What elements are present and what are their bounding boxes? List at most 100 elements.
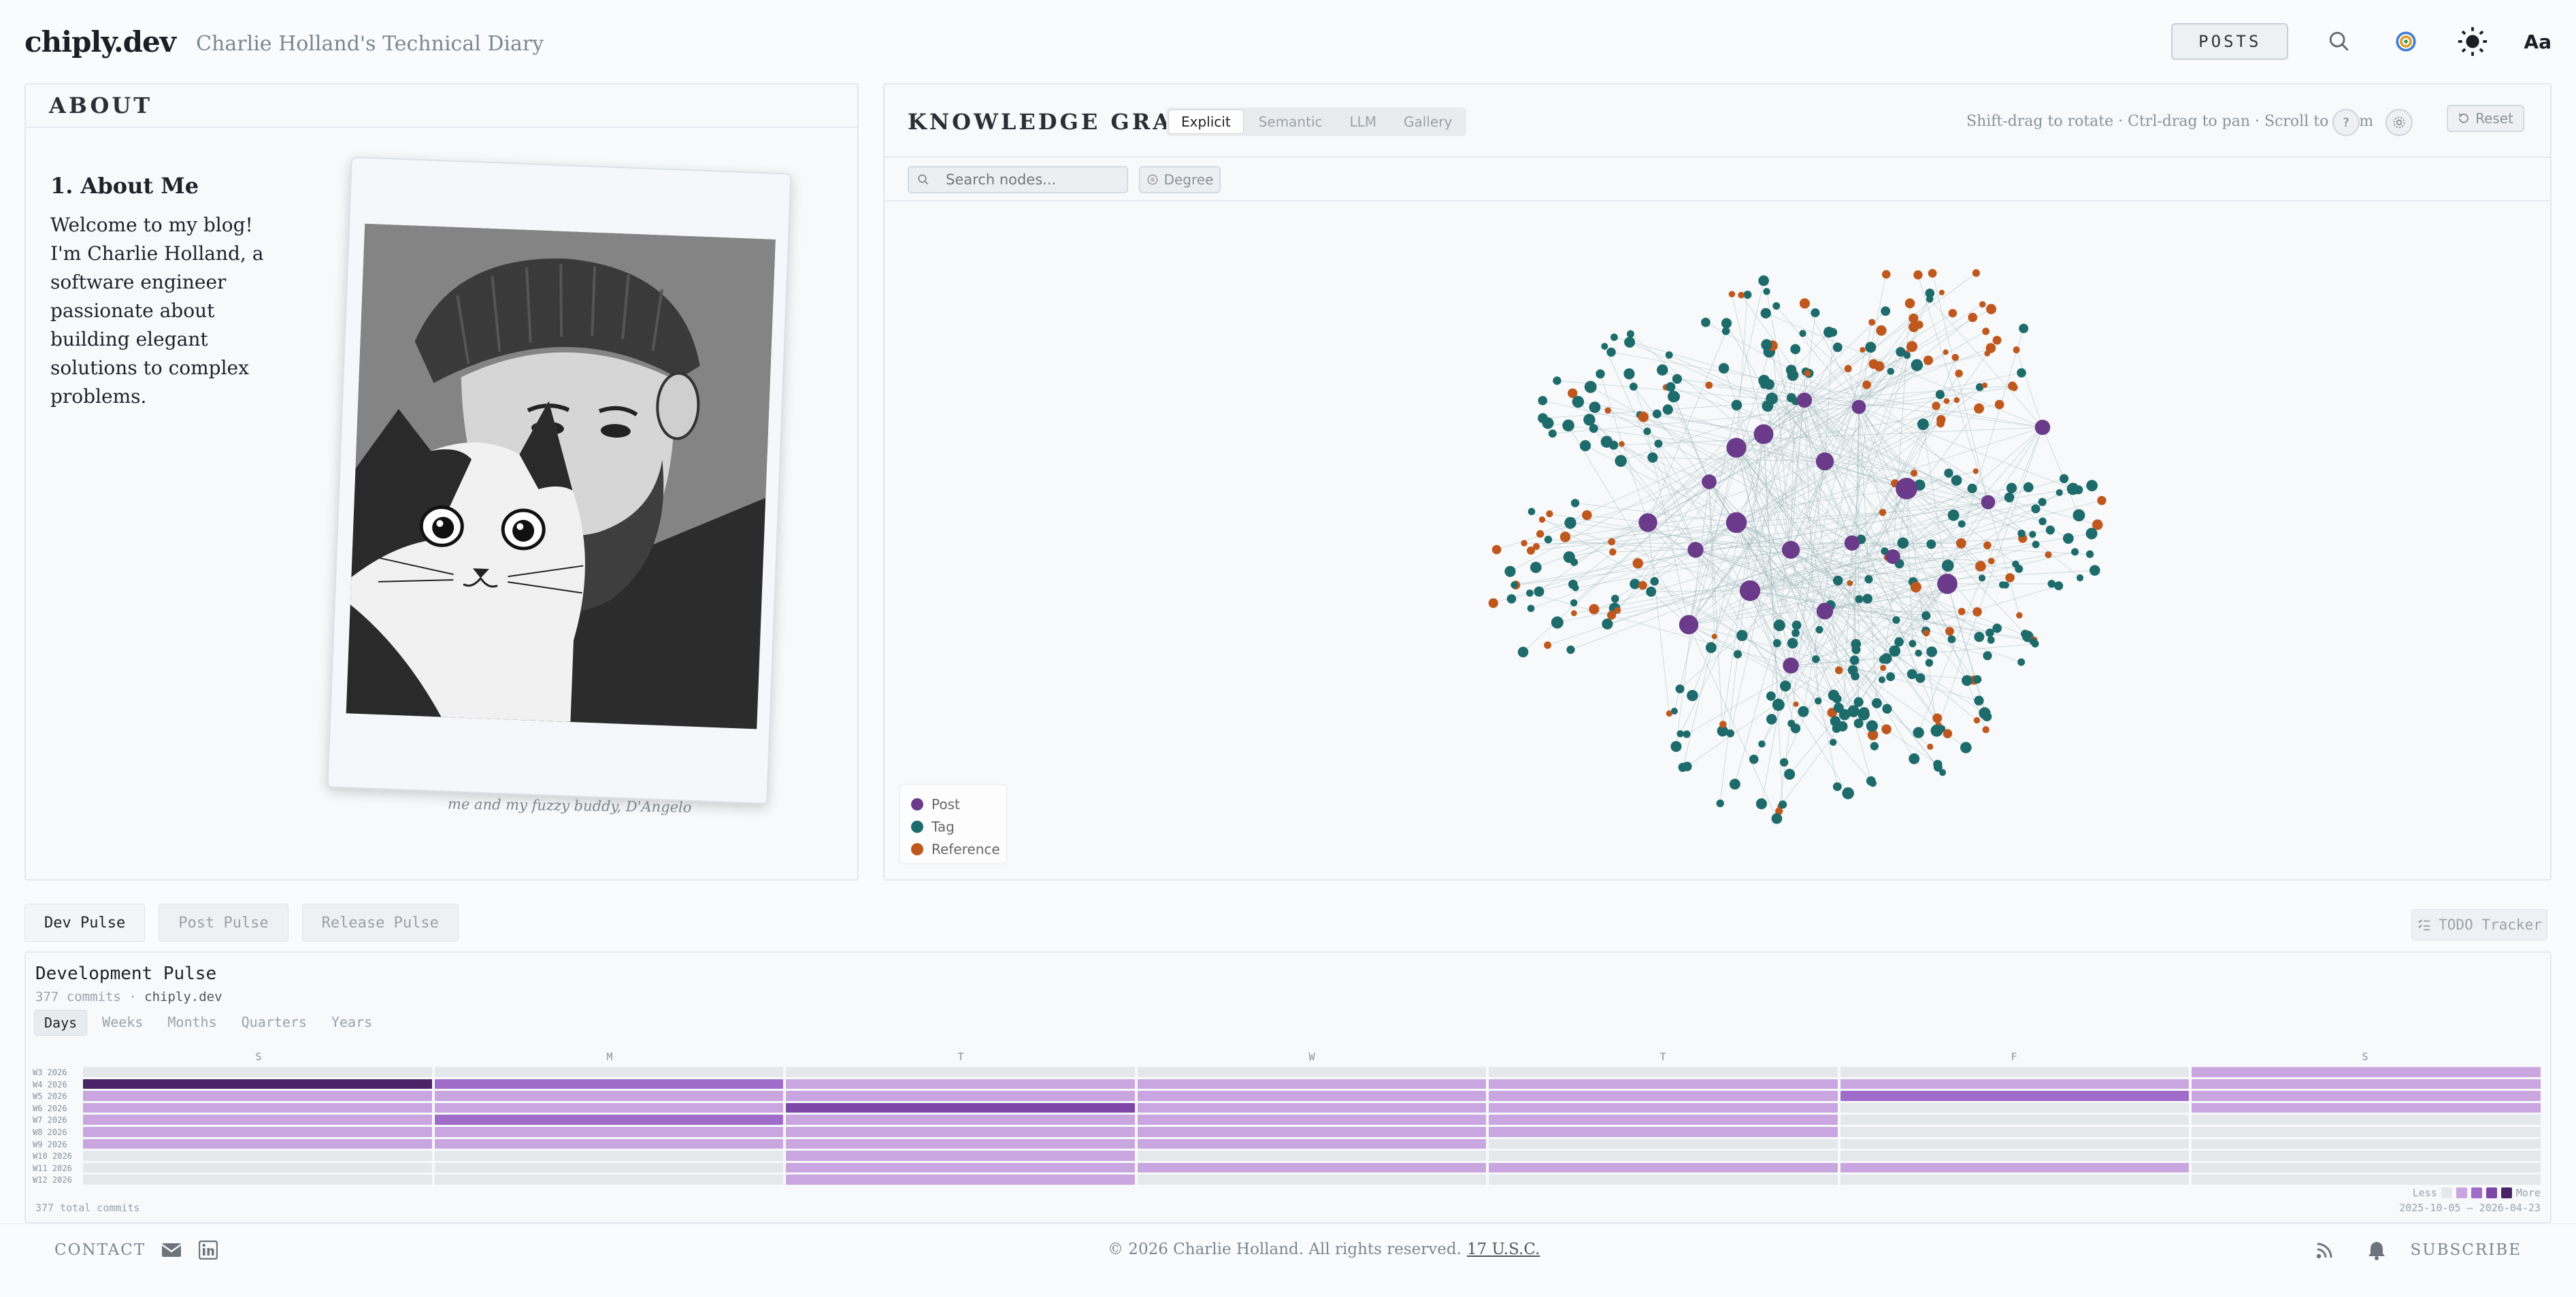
tag-node[interactable] <box>1779 758 1789 767</box>
reference-node[interactable] <box>1544 641 1552 649</box>
tag-node[interactable] <box>1779 680 1791 692</box>
kg-search-box[interactable] <box>908 166 1128 193</box>
heatmap-cell[interactable] <box>83 1138 432 1149</box>
tag-node[interactable] <box>1838 708 1851 721</box>
tag-node[interactable] <box>1606 347 1616 357</box>
tag-node[interactable] <box>1865 342 1877 353</box>
tag-node[interactable] <box>1887 367 1894 375</box>
post-node[interactable] <box>1844 535 1860 551</box>
tag-node[interactable] <box>1721 318 1732 329</box>
post-node[interactable] <box>1679 614 1699 635</box>
tag-node[interactable] <box>1935 390 1945 399</box>
tag-node[interactable] <box>1866 720 1878 732</box>
heatmap-cell[interactable] <box>1840 1102 2190 1113</box>
tag-node[interactable] <box>1832 342 1843 352</box>
reference-node[interactable] <box>1982 726 1989 734</box>
post-node[interactable] <box>1783 657 1799 674</box>
post-node[interactable] <box>1796 392 1813 408</box>
reference-node[interactable] <box>1951 354 1959 361</box>
reference-node[interactable] <box>1582 510 1592 521</box>
tag-node[interactable] <box>1878 676 1885 683</box>
tag-node[interactable] <box>1974 695 1984 706</box>
knowledge-graph-canvas[interactable] <box>886 203 2550 879</box>
reference-node[interactable] <box>1928 269 1937 278</box>
heatmap-cell[interactable] <box>434 1067 784 1077</box>
tag-node[interactable] <box>1879 655 1888 664</box>
tag-node[interactable] <box>1784 768 1796 780</box>
heatmap-cell[interactable] <box>786 1151 1135 1161</box>
tag-node[interactable] <box>1670 740 1682 752</box>
tag-node[interactable] <box>1815 697 1822 705</box>
reference-node[interactable] <box>1981 382 1988 389</box>
tag-node[interactable] <box>1504 565 1516 577</box>
heatmap-cell[interactable] <box>434 1175 784 1185</box>
tag-node[interactable] <box>2085 527 2098 540</box>
reference-node[interactable] <box>1876 325 1887 336</box>
reference-node[interactable] <box>1608 538 1616 546</box>
tag-node[interactable] <box>1526 589 1534 597</box>
reference-node[interactable] <box>1491 544 1502 555</box>
tag-node[interactable] <box>1915 649 1922 657</box>
reference-node[interactable] <box>1932 401 1941 410</box>
tag-node[interactable] <box>1705 642 1717 653</box>
reference-node[interactable] <box>1983 541 1992 550</box>
reference-node[interactable] <box>2097 495 2107 506</box>
tag-node[interactable] <box>1930 724 1943 737</box>
tag-node[interactable] <box>2074 485 2083 495</box>
heatmap-cell[interactable] <box>1840 1067 2190 1077</box>
heatmap-cell[interactable] <box>83 1115 432 1125</box>
tag-node[interactable] <box>1718 363 1730 374</box>
tag-node[interactable] <box>2038 497 2047 506</box>
reference-node[interactable] <box>1834 666 1843 674</box>
reference-node[interactable] <box>1532 542 1540 551</box>
heatmap-cell[interactable] <box>2192 1067 2541 1077</box>
tag-node[interactable] <box>1791 620 1802 630</box>
tag-node[interactable] <box>1909 753 1920 764</box>
tag-node[interactable] <box>1811 308 1820 318</box>
tag-node[interactable] <box>1951 475 1962 486</box>
tag-node[interactable] <box>1815 625 1823 634</box>
heatmap-cell[interactable] <box>1489 1151 1838 1161</box>
heatmap-cell[interactable] <box>2192 1162 2541 1173</box>
tag-node[interactable] <box>1602 618 1613 629</box>
reference-node[interactable] <box>1881 269 1891 279</box>
tag-node[interactable] <box>1755 798 1767 810</box>
tag-node[interactable] <box>2076 574 2084 582</box>
color-palette-icon[interactable] <box>2390 26 2422 57</box>
reference-node[interactable] <box>1994 399 2004 410</box>
heatmap-cell[interactable] <box>1840 1091 2190 1101</box>
heatmap-cell[interactable] <box>786 1067 1135 1077</box>
tag-node[interactable] <box>1629 382 1638 391</box>
tag-node[interactable] <box>1630 578 1640 589</box>
tag-node[interactable] <box>1553 376 1562 385</box>
reference-node[interactable] <box>1943 398 1950 404</box>
heatmap-cell[interactable] <box>83 1079 432 1089</box>
reference-node[interactable] <box>1985 303 1997 314</box>
range-tab-years[interactable]: Years <box>322 1010 382 1036</box>
tag-node[interactable] <box>1766 714 1777 725</box>
tag-node[interactable] <box>1758 740 1766 748</box>
tag-node[interactable] <box>1763 288 1770 295</box>
tag-node[interactable] <box>1947 635 1956 644</box>
reference-node[interactable] <box>1488 598 1498 608</box>
tag-node[interactable] <box>1646 587 1657 597</box>
tag-node[interactable] <box>1864 575 1873 584</box>
tag-node[interactable] <box>1544 536 1553 544</box>
tag-node[interactable] <box>1677 730 1684 738</box>
post-node[interactable] <box>1726 438 1747 458</box>
post-node[interactable] <box>1885 549 1900 564</box>
tag-node[interactable] <box>1972 675 1982 684</box>
tag-node[interactable] <box>1623 368 1635 380</box>
reference-node[interactable] <box>1938 289 1945 296</box>
tag-node[interactable] <box>1779 800 1787 809</box>
heatmap-cell[interactable] <box>2192 1138 2541 1149</box>
tag-node[interactable] <box>2071 548 2079 556</box>
tag-node[interactable] <box>1849 655 1860 666</box>
heatmap-cell[interactable] <box>2192 1115 2541 1125</box>
tag-node[interactable] <box>1791 629 1800 638</box>
heatmap-cell[interactable] <box>1840 1079 2190 1089</box>
post-node[interactable] <box>1725 512 1747 533</box>
tag-node[interactable] <box>1736 629 1748 642</box>
tag-node[interactable] <box>1566 645 1575 654</box>
tag-node[interactable] <box>1855 595 1864 604</box>
